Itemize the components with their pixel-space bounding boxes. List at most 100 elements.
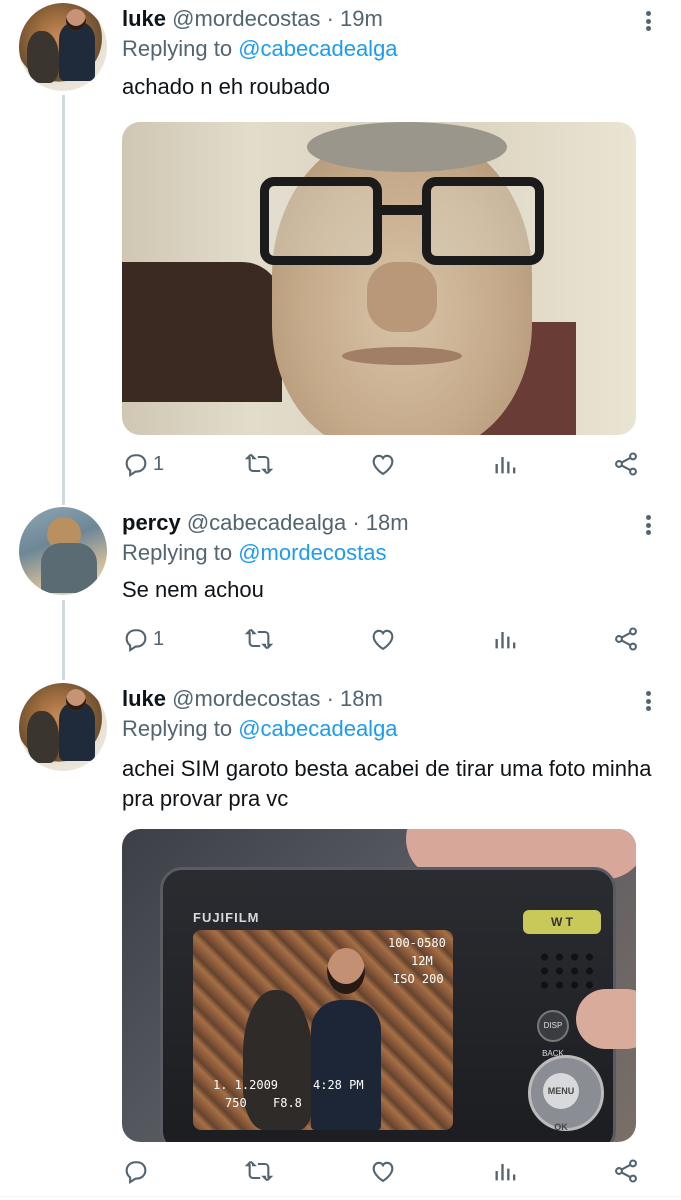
display-name[interactable]: percy xyxy=(122,510,181,535)
reply-icon xyxy=(125,454,147,478)
more-icon[interactable] xyxy=(640,7,656,35)
replying-to: Replying to @cabecadealga xyxy=(122,36,398,62)
osd-iso: ISO 200 xyxy=(393,972,444,986)
replying-to: Replying to @cabecadealga xyxy=(122,716,398,742)
reply-button[interactable] xyxy=(122,1154,153,1188)
reply-button[interactable]: 1 xyxy=(122,447,164,481)
mention-link[interactable]: @cabecadealga xyxy=(238,36,397,61)
reply-count: 1 xyxy=(153,627,165,650)
share-button[interactable] xyxy=(612,447,640,481)
avatar[interactable] xyxy=(19,683,107,771)
reply-icon xyxy=(125,629,147,653)
like-button[interactable] xyxy=(369,622,397,656)
osd-shutter: 750 xyxy=(225,1096,247,1110)
avatar-body xyxy=(41,543,97,593)
views-button[interactable] xyxy=(492,622,520,656)
share-button[interactable] xyxy=(612,622,640,656)
camera-screen: 100-0580 12M ISO 200 1. 1.2009 4:28 PM 7… xyxy=(193,930,453,1130)
screen-person xyxy=(311,1000,381,1130)
avatar-rock xyxy=(27,711,59,763)
share-icon xyxy=(615,1159,637,1183)
osd-date: 1. 1.2009 xyxy=(213,1078,279,1092)
mention-link[interactable]: @cabecadealga xyxy=(238,716,397,741)
replying-prefix: Replying to xyxy=(122,716,233,741)
timestamp[interactable]: 18m xyxy=(340,686,383,711)
mention-link[interactable]: @mordecostas xyxy=(238,540,386,565)
tweet-actions: 1 xyxy=(122,447,642,481)
like-icon xyxy=(372,1161,394,1183)
user-handle[interactable]: @mordecostas xyxy=(172,686,320,711)
camera-brand: FUJIFILM xyxy=(193,910,260,925)
reply-button[interactable]: 1 xyxy=(122,622,164,656)
photo-hair xyxy=(307,122,507,172)
like-button[interactable] xyxy=(369,1154,397,1188)
tweet-text: Se nem achou xyxy=(122,577,264,602)
avatar-rock xyxy=(27,31,59,83)
osd-time: 4:28 PM xyxy=(313,1078,364,1092)
reply-icon xyxy=(125,1161,147,1185)
views-button[interactable] xyxy=(492,1154,520,1188)
avatar[interactable] xyxy=(19,507,107,595)
zoom-switch: W T xyxy=(523,910,601,934)
tweet-photo[interactable]: FUJIFILM 100-0580 12M ISO 200 1. 1.2009 … xyxy=(122,829,636,1142)
photo-sofa xyxy=(122,262,282,402)
share-button[interactable] xyxy=(612,1154,640,1188)
bottom-divider xyxy=(0,1196,681,1197)
views-icon xyxy=(495,457,516,474)
more-icon[interactable] xyxy=(640,511,656,539)
separator-dot: · xyxy=(326,686,334,711)
reply-count: 1 xyxy=(153,452,165,475)
tweet-header: percy @cabecadealga · 18m xyxy=(122,510,409,536)
tweet-text: achei SIM garoto besta acabei de tirar u… xyxy=(122,756,652,811)
separator-dot: · xyxy=(352,510,360,535)
views-button[interactable] xyxy=(492,447,520,481)
disp-button: DISP BACK xyxy=(537,1010,569,1058)
osd-aperture: F8.8 xyxy=(273,1096,302,1110)
display-name[interactable]: luke xyxy=(122,6,166,31)
thread-line xyxy=(62,600,65,680)
like-icon xyxy=(372,454,394,476)
photo-glasses xyxy=(260,177,544,267)
photo-camera: FUJIFILM 100-0580 12M ISO 200 1. 1.2009 … xyxy=(160,867,616,1142)
timestamp[interactable]: 18m xyxy=(366,510,409,535)
retweet-button[interactable] xyxy=(245,1154,273,1188)
replying-to: Replying to @mordecostas xyxy=(122,540,386,566)
views-icon xyxy=(495,632,516,649)
tweet-header: luke @mordecostas · 19m xyxy=(122,6,383,32)
tweet-actions: 1 xyxy=(122,622,642,656)
screen-person-head xyxy=(327,948,365,994)
tweet-photo[interactable] xyxy=(122,122,636,435)
more-icon[interactable] xyxy=(640,687,656,715)
photo-finger-right xyxy=(576,989,636,1049)
osd-frame: 100-0580 xyxy=(388,936,446,950)
retweet-button[interactable] xyxy=(245,447,273,481)
speaker-grille xyxy=(537,950,597,990)
replying-prefix: Replying to xyxy=(122,540,233,565)
replying-prefix: Replying to xyxy=(122,36,233,61)
user-handle[interactable]: @cabecadealga xyxy=(187,510,346,535)
avatar-head xyxy=(66,9,86,31)
display-name[interactable]: luke xyxy=(122,686,166,711)
share-icon xyxy=(615,627,637,651)
thread-line xyxy=(62,95,65,505)
retweet-icon xyxy=(245,1160,273,1182)
menu-ok-button: MENU OK xyxy=(543,1073,579,1132)
timestamp[interactable]: 19m xyxy=(340,6,383,31)
tweet-text: achado n eh roubado xyxy=(122,74,330,99)
avatar[interactable] xyxy=(19,3,107,91)
tweet-header: luke @mordecostas · 18m xyxy=(122,686,383,712)
avatar-head xyxy=(66,689,86,711)
like-icon xyxy=(372,629,394,651)
like-button[interactable] xyxy=(369,447,397,481)
views-icon xyxy=(495,1164,516,1181)
share-icon xyxy=(615,452,637,476)
osd-megapixels: 12M xyxy=(411,954,433,968)
photo-nose xyxy=(367,262,437,332)
separator-dot: · xyxy=(326,6,334,31)
retweet-button[interactable] xyxy=(245,622,273,656)
retweet-icon xyxy=(245,628,273,650)
retweet-icon xyxy=(245,453,273,475)
tweet-actions xyxy=(122,1154,642,1188)
user-handle[interactable]: @mordecostas xyxy=(172,6,320,31)
photo-mouth xyxy=(342,347,462,365)
